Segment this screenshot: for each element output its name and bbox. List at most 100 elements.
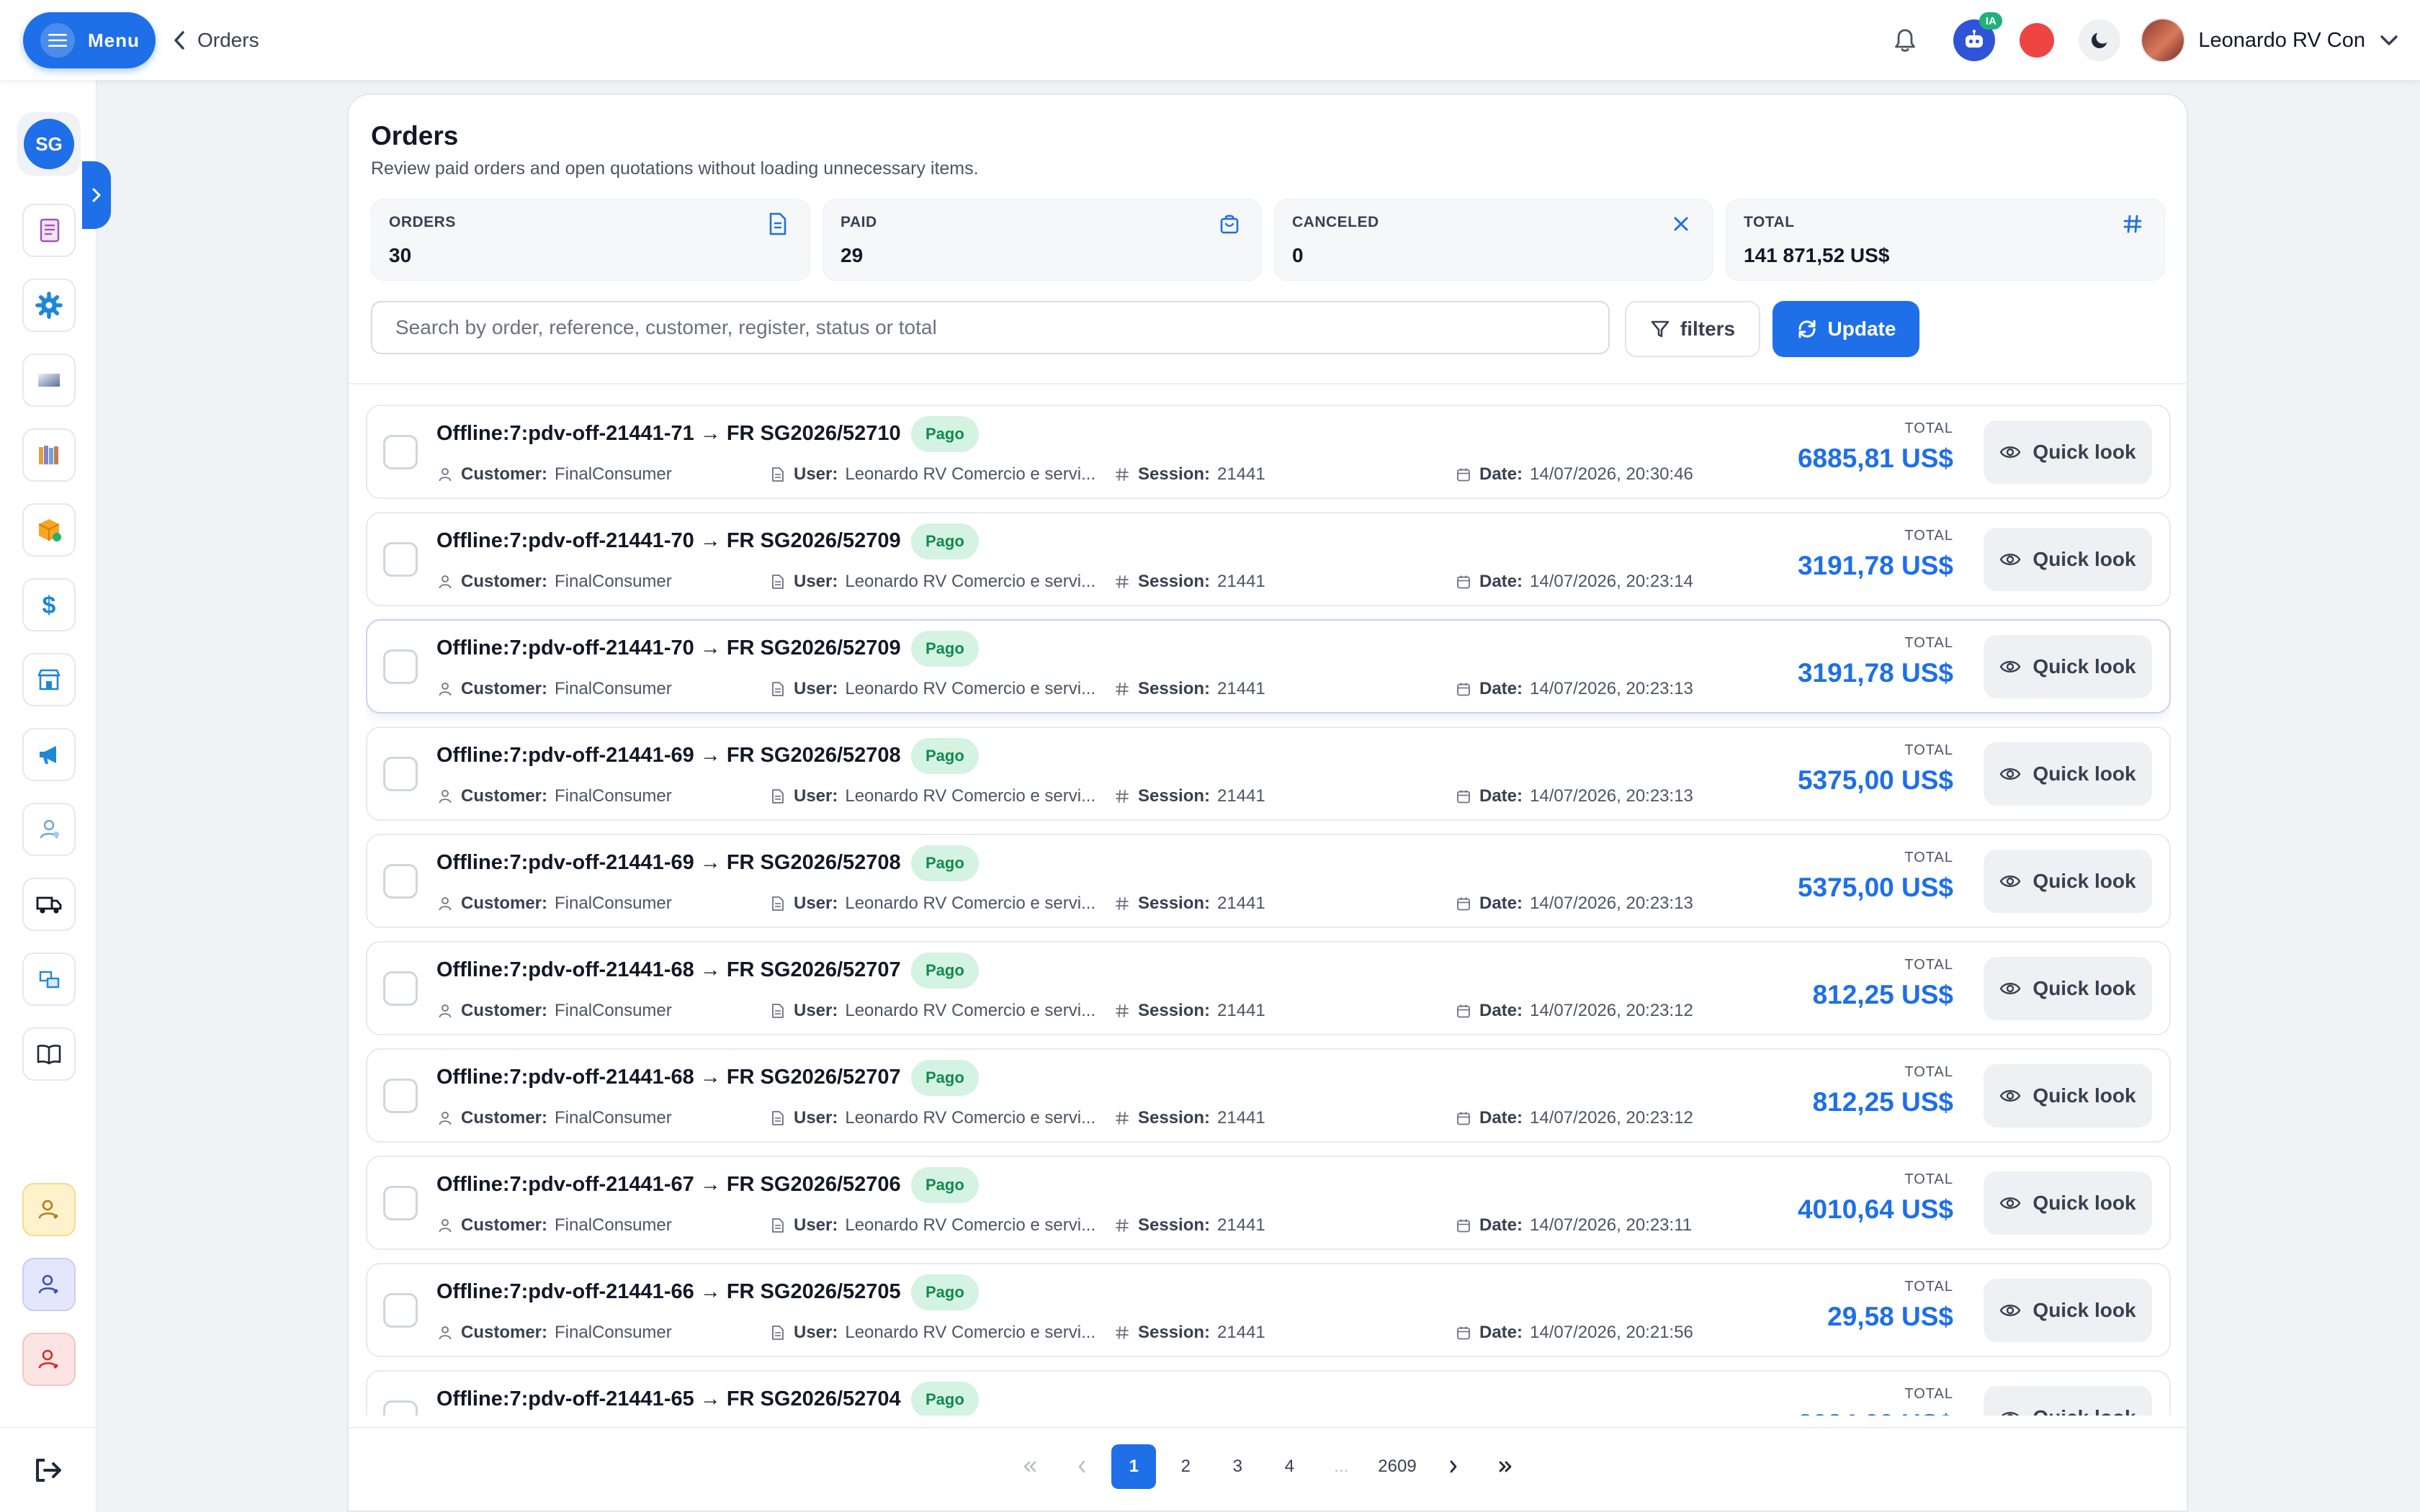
quick-look-button[interactable]: Quick look [1984, 635, 2152, 698]
quick-look-button[interactable]: Quick look [1984, 957, 2152, 1020]
order-row[interactable]: Offline:7:pdv-off-21441-70 → FR SG2026/5… [366, 512, 2171, 606]
order-reference[interactable]: Offline:7:pdv-off-21441-68 → FR SG2026/5… [436, 1066, 901, 1089]
quick-look-button[interactable]: Quick look [1984, 1386, 2152, 1416]
page-button[interactable]: 2 [1163, 1444, 1208, 1489]
next-page-button[interactable] [1431, 1444, 1476, 1489]
eye-icon [1999, 766, 2021, 782]
quick-look-button[interactable]: Quick look [1984, 528, 2152, 591]
order-row[interactable]: Offline:7:pdv-off-21441-69 → FR SG2026/5… [366, 726, 2171, 821]
order-row[interactable]: Offline:7:pdv-off-21441-66 → FR SG2026/5… [366, 1263, 2171, 1357]
date-meta: Date: 14/07/2026, 20:21:56 [1455, 1322, 1693, 1344]
account-switcher[interactable]: SG [17, 112, 81, 176]
person-icon [436, 1217, 454, 1234]
order-row[interactable]: Offline:7:pdv-off-21441-68 → FR SG2026/5… [366, 941, 2171, 1035]
row-checkbox[interactable] [383, 1293, 418, 1328]
order-row[interactable]: Offline:7:pdv-off-21441-65 → FR SG2026/5… [366, 1370, 2171, 1416]
order-reference[interactable]: Offline:7:pdv-off-21441-71 → FR SG2026/5… [436, 422, 901, 446]
sidebar-item-finance[interactable]: $ [22, 578, 76, 631]
order-reference[interactable]: Offline:7:pdv-off-21441-66 → FR SG2026/5… [436, 1280, 901, 1304]
quick-look-button[interactable]: Quick look [1984, 1064, 2152, 1128]
sidebar-item-catalog[interactable] [22, 1027, 76, 1081]
sidebar-item-user-1[interactable] [22, 1183, 76, 1236]
search-input[interactable] [371, 301, 1610, 354]
date-meta: Date: 14/07/2026, 20:23:11 [1455, 1215, 1692, 1236]
avatar[interactable] [2141, 18, 2186, 63]
sidebar-item-books[interactable] [22, 428, 76, 482]
user-label: User: [794, 1001, 838, 1020]
order-reference[interactable]: Offline:7:pdv-off-21441-67 → FR SG2026/5… [436, 1173, 901, 1197]
theme-toggle[interactable] [2079, 19, 2121, 61]
session-label: Session: [1138, 1108, 1211, 1128]
sidebar-item-marketing[interactable] [22, 728, 76, 781]
quick-look-button[interactable]: Quick look [1984, 742, 2152, 806]
calendar-icon [1455, 1217, 1472, 1234]
sidebar-item-team[interactable] [22, 803, 76, 856]
page-button[interactable]: 1 [1111, 1444, 1157, 1489]
first-page-button[interactable] [1008, 1444, 1052, 1489]
row-checkbox[interactable] [383, 542, 418, 577]
person-icon [436, 680, 454, 698]
order-reference[interactable]: Offline:7:pdv-off-21441-69 → FR SG2026/5… [436, 851, 901, 875]
order-row[interactable]: Offline:7:pdv-off-21441-67 → FR SG2026/5… [366, 1156, 2171, 1250]
sidebar-item-settings[interactable] [22, 279, 76, 332]
menu-button[interactable]: Menu [23, 12, 156, 68]
customer-label: Customer: [461, 786, 548, 806]
row-checkbox[interactable] [383, 1079, 418, 1113]
row-checkbox[interactable] [383, 864, 418, 899]
order-row[interactable]: Offline:7:pdv-off-21441-70 → FR SG2026/5… [366, 619, 2171, 714]
sidebar-item-store[interactable] [22, 653, 76, 706]
row-checkbox[interactable] [383, 757, 418, 791]
user-name[interactable]: Leonardo RV Con [2198, 29, 2365, 53]
total-value: 5375,00 US$ [1797, 873, 1953, 902]
order-row[interactable]: Offline:7:pdv-off-21441-69 → FR SG2026/5… [366, 834, 2171, 928]
quick-look-button[interactable]: Quick look [1984, 1171, 2152, 1235]
back-breadcrumb[interactable]: Orders [173, 22, 259, 59]
page-button[interactable]: 2609 [1371, 1444, 1423, 1489]
update-button[interactable]: Update [1773, 301, 1919, 357]
person-icon [436, 895, 454, 912]
sidebar-item-user-2[interactable] [22, 1258, 76, 1311]
order-row[interactable]: Offline:7:pdv-off-21441-71 → FR SG2026/5… [366, 405, 2171, 499]
total-value: 3191,78 US$ [1797, 551, 1953, 580]
order-reference[interactable]: Offline:7:pdv-off-21441-70 → FR SG2026/5… [436, 529, 901, 553]
order-reference[interactable]: Offline:7:pdv-off-21441-70 → FR SG2026/5… [436, 636, 901, 660]
row-checkbox[interactable] [383, 435, 418, 469]
hash-icon [1113, 895, 1131, 912]
truck-icon [36, 896, 62, 914]
sidebar-item-delivery[interactable] [22, 878, 76, 931]
session-label: Session: [1138, 464, 1211, 484]
customer-label: Customer: [461, 572, 548, 591]
filters-button[interactable]: filters [1625, 301, 1760, 357]
sidebar-item-products[interactable] [22, 503, 76, 557]
order-reference[interactable]: Offline:7:pdv-off-21441-69 → FR SG2026/5… [436, 744, 901, 768]
quick-look-button[interactable]: Quick look [1984, 420, 2152, 484]
sidebar-item-gradient[interactable] [22, 354, 76, 407]
row-checkbox[interactable] [383, 971, 418, 1006]
date-meta: Date: 14/07/2026, 20:30:46 [1455, 464, 1693, 485]
quick-look-button[interactable]: Quick look [1984, 1279, 2152, 1342]
bell-icon[interactable] [1887, 22, 1923, 58]
chevron-down-icon[interactable] [2380, 34, 2398, 47]
session-label: Session: [1138, 786, 1211, 806]
order-reference[interactable]: Offline:7:pdv-off-21441-68 → FR SG2026/5… [436, 958, 901, 982]
row-checkbox[interactable] [383, 1400, 418, 1416]
row-checkbox[interactable] [383, 649, 418, 684]
sidebar-toggle[interactable] [82, 161, 111, 229]
sidebar-item-scroll[interactable] [22, 204, 76, 257]
ai-assistant-button[interactable]: IA [1953, 12, 2003, 61]
last-page-button[interactable] [1483, 1444, 1528, 1489]
row-checkbox[interactable] [383, 1186, 418, 1220]
user-meta: User: Leonardo RV Comercio e servi... [769, 1322, 1095, 1344]
page-button[interactable]: 3 [1215, 1444, 1260, 1489]
order-row[interactable]: Offline:7:pdv-off-21441-68 → FR SG2026/5… [366, 1048, 2171, 1143]
page-button[interactable]: 4 [1267, 1444, 1312, 1489]
prev-page-button[interactable] [1059, 1444, 1104, 1489]
user-value: Leonardo RV Comercio e servi... [845, 572, 1096, 591]
sidebar-item-shipping[interactable] [22, 953, 76, 1006]
record-indicator[interactable] [2020, 23, 2055, 58]
logout-icon[interactable] [33, 1456, 63, 1485]
quick-look-button[interactable]: Quick look [1984, 850, 2152, 913]
sidebar-item-user-3[interactable] [22, 1333, 76, 1386]
quick-look-label: Quick look [2033, 1299, 2136, 1321]
order-reference[interactable]: Offline:7:pdv-off-21441-65 → FR SG2026/5… [436, 1387, 901, 1411]
